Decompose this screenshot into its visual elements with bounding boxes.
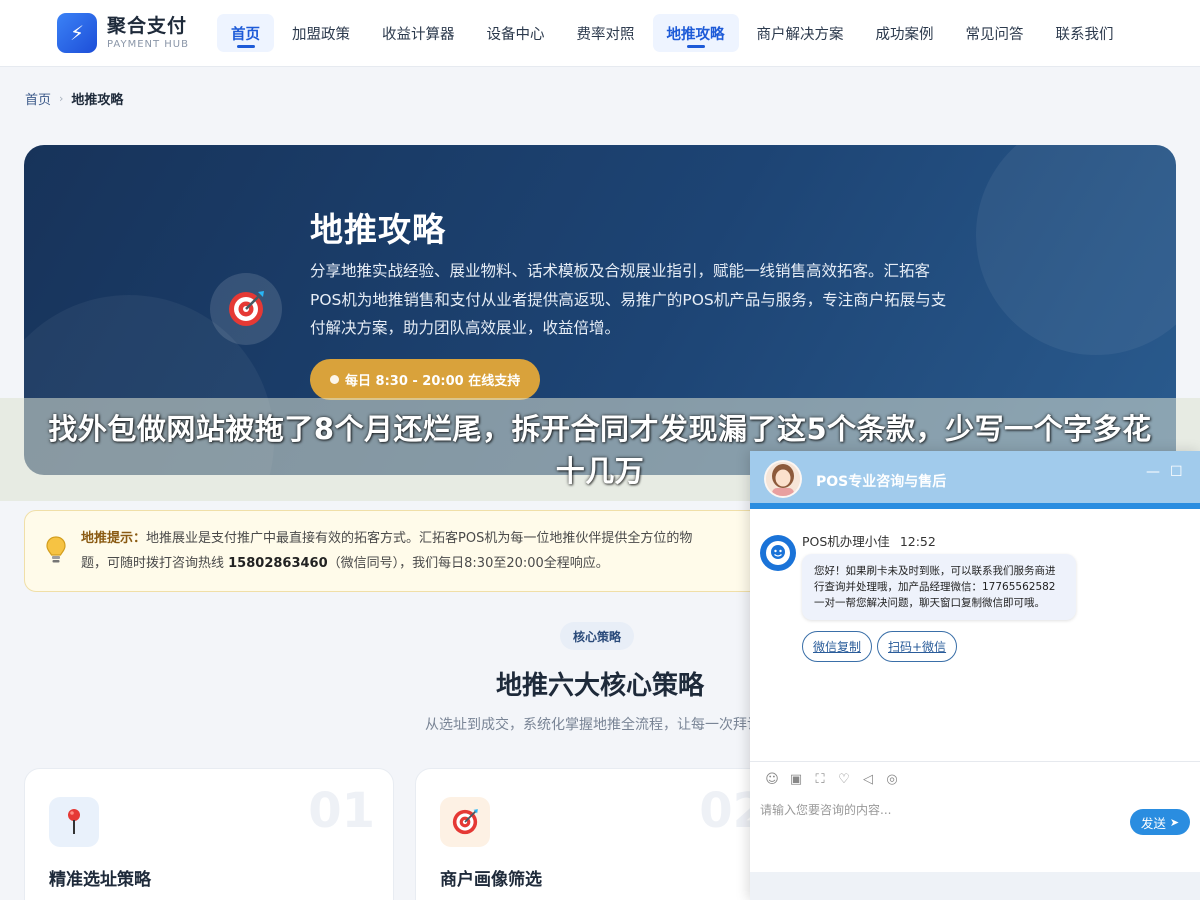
hotline-number[interactable]: 15802863460	[228, 556, 328, 571]
rating-icon[interactable]: ♡	[832, 769, 856, 789]
minimize-icon[interactable]: —	[1146, 464, 1160, 480]
image-icon[interactable]: ▣	[784, 769, 808, 789]
nav-merchant-solutions[interactable]: 商户解决方案	[743, 14, 858, 52]
breadcrumb: 首页 › 地推攻略	[25, 89, 123, 108]
maximize-icon[interactable]: ☐	[1170, 464, 1183, 480]
card-number: 01	[308, 783, 375, 839]
card-title: 商户画像筛选	[440, 870, 542, 890]
support-avatar	[764, 460, 802, 498]
breadcrumb-home[interactable]: 首页	[25, 89, 51, 108]
chat-title: POS专业咨询与售后	[816, 474, 947, 490]
nav-profit-calculator[interactable]: 收益计算器	[368, 14, 469, 52]
send-label: 发送	[1140, 815, 1166, 831]
nav-ground-promotion[interactable]: 地推攻略	[652, 14, 739, 52]
chat-widget: POS专业咨询与售后 — ☐ POS机办理小佳 12:52 您好！如果刷卡未及时到…	[750, 451, 1200, 900]
message-time: 12:52	[899, 534, 936, 549]
lightning-icon: ⚡	[57, 13, 97, 53]
nav-device-center[interactable]: 设备中心	[473, 14, 559, 52]
nav-home[interactable]: 首页	[217, 14, 274, 52]
scan-wechat-button[interactable]: 扫码+微信	[877, 631, 958, 662]
strategy-card[interactable]: 02 商户画像筛选	[415, 768, 785, 900]
pin-icon	[49, 797, 99, 847]
strategy-card[interactable]: 01 精准选址策略	[24, 768, 394, 900]
agent-meta: POS机办理小佳 12:52	[802, 531, 936, 550]
support-hours-label: 每日 8:30 - 20:00 在线支持	[345, 374, 521, 389]
send-arrow-icon: ➤	[1169, 815, 1180, 829]
send-button[interactable]: 发送 ➤	[1130, 809, 1190, 835]
chat-header[interactable]: POS专业咨询与售后 — ☐	[750, 451, 1200, 509]
agent-name: POS机办理小佳	[802, 534, 890, 549]
hero-description: 分享地推实战经验、展业物料、话术模板及合规展业指引，赋能一线销售高效拓客。汇拓客…	[310, 262, 947, 337]
breadcrumb-current: 地推攻略	[71, 93, 124, 108]
nav-faq[interactable]: 常见问答	[952, 14, 1038, 52]
chat-toolbar: ☺ ▣ ⛶ ♡ ◁ ◎	[760, 769, 904, 789]
tip-label: 地推提示：	[81, 531, 147, 546]
nav-rate-compare[interactable]: 费率对照	[563, 14, 649, 52]
nav-join-policy[interactable]: 加盟政策	[278, 14, 364, 52]
logo-name: 聚合支付	[107, 15, 188, 37]
nav-contact[interactable]: 联系我们	[1042, 14, 1128, 52]
online-dot-icon	[330, 375, 339, 384]
chat-divider	[750, 761, 1200, 762]
section-tag: 核心策略	[560, 622, 635, 650]
main-nav: 首页 加盟政策 收益计算器 设备中心 费率对照 地推攻略 商户解决方案 成功案例…	[217, 14, 1132, 52]
tip-text-part: （微信同号），我们每日8:30至20:00全程响应。	[327, 556, 609, 571]
wechat-icon[interactable]: ◎	[880, 769, 904, 789]
nav-success-cases[interactable]: 成功案例	[862, 14, 948, 52]
lightbulb-icon	[45, 535, 67, 569]
card-title: 精准选址策略	[49, 870, 151, 890]
tip-text-part: 题，可随时拨打咨询热线	[81, 556, 229, 571]
logo-subtitle: PAYMENT HUB	[107, 39, 189, 50]
agent-avatar	[760, 535, 796, 571]
tip-text-part: 地推展业是支付推广中最直接有效的拓客方式。汇拓客POS机为每一位地推伙伴提供全方…	[146, 531, 693, 546]
emoji-icon[interactable]: ☺	[760, 769, 784, 789]
chat-message-bubble: 您好！如果刷卡未及时到账，可以联系我们服务商进行查询并处理哦，加产品经理微信：1…	[802, 554, 1076, 620]
hero-decor-circle	[976, 145, 1176, 355]
hero-title: 地推攻略	[310, 210, 446, 249]
chat-footer	[750, 872, 1200, 900]
chat-header-bar	[750, 503, 1200, 509]
mute-icon[interactable]: ◁	[856, 769, 880, 789]
target-icon	[210, 273, 282, 345]
support-hours-button[interactable]: 每日 8:30 - 20:00 在线支持	[310, 359, 541, 400]
chat-message-input[interactable]: 请输入您要咨询的内容...	[760, 801, 891, 818]
copy-wechat-button[interactable]: 微信复制	[802, 631, 873, 662]
screenshot-icon[interactable]: ⛶	[808, 769, 832, 789]
target-icon	[440, 797, 490, 847]
breadcrumb-separator-icon: ›	[59, 92, 64, 105]
top-header: ⚡ 聚合支付 PAYMENT HUB 首页 加盟政策 收益计算器 设备中心 费率…	[0, 0, 1200, 67]
site-logo[interactable]: ⚡ 聚合支付 PAYMENT HUB	[57, 13, 189, 53]
